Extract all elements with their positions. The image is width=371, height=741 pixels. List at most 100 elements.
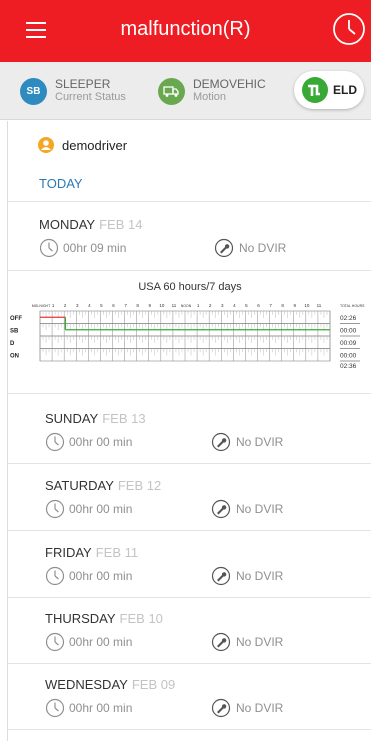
clock-icon (45, 432, 65, 452)
hour-label: NOON (181, 304, 192, 308)
divider (8, 663, 371, 664)
duty-status-badge: SB (20, 78, 47, 105)
wrench-icon (214, 238, 234, 258)
hour-label: 10 (304, 303, 310, 308)
divider (8, 729, 371, 730)
hour-label: 2 (64, 303, 67, 308)
day-date: FEB 12 (117, 478, 162, 493)
grand-total: 02:36 (340, 363, 357, 370)
row-label: ON (10, 353, 19, 359)
day-date: FEB 14 (99, 217, 143, 232)
vehicle-motion: Motion (193, 91, 227, 103)
hour-label: 8 (281, 303, 284, 308)
day-title: MONDAY FEB 14 (39, 217, 142, 232)
log-list: demodriver TODAY MONDAY FEB 14 00hr 09 mi… (7, 121, 371, 741)
day-date: FEB 09 (131, 677, 176, 692)
eld-plug-icon (302, 77, 328, 103)
day-row-wednesday[interactable]: WEDNESDAY FEB 09 00hr 00 min No DVIR (8, 669, 371, 729)
hour-label: 2 (209, 303, 212, 308)
row-label: D (10, 341, 15, 347)
duration-text: 00hr 09 min (63, 241, 127, 255)
row-total: 02:26 (340, 315, 357, 322)
day-title: WEDNESDAY FEB 09 (45, 677, 175, 692)
day-name: WEDNESDAY (45, 677, 128, 692)
hour-label: 3 (76, 303, 79, 308)
divider (8, 463, 371, 464)
hour-label: 11 (172, 303, 177, 308)
day-name: SATURDAY (45, 478, 114, 493)
hour-label: 1 (52, 303, 55, 308)
row-total: 00:00 (340, 327, 357, 334)
hour-label: 4 (233, 303, 236, 308)
driver-name: demodriver (62, 138, 128, 153)
day-row-saturday[interactable]: SATURDAY FEB 12 00hr 00 min No DVIR (8, 470, 371, 530)
wrench-icon (211, 698, 231, 718)
truck-icon (158, 78, 185, 105)
day-row-monday[interactable]: MONDAY FEB 14 00hr 09 min No DVIR (8, 209, 371, 269)
duration-text: 00hr 00 min (69, 569, 133, 583)
day-date: FEB 10 (119, 611, 163, 626)
day-title: SUNDAY FEB 13 (45, 411, 146, 426)
dvir-text: No DVIR (239, 241, 287, 255)
today-label: TODAY (39, 176, 83, 191)
row-label: OFF (10, 316, 22, 322)
vehicle-name: DEMOVEHIC (193, 77, 266, 91)
duration-text: 00hr 00 min (69, 635, 133, 649)
row-total: 00:00 (340, 352, 357, 359)
clock-icon (45, 632, 65, 652)
hour-label: 5 (245, 303, 248, 308)
clock-icon (45, 698, 65, 718)
hour-label: MID-NIGHT (32, 304, 51, 308)
hour-label: 7 (124, 303, 127, 308)
eld-label: ELD (333, 83, 357, 97)
duration-text: 00hr 00 min (69, 502, 133, 516)
dvir-text: No DVIR (236, 635, 284, 649)
clock-icon (45, 566, 65, 586)
day-date: FEB 11 (95, 545, 139, 560)
divider (8, 270, 371, 271)
duty-status[interactable]: SB SLEEPER Current Status (20, 72, 140, 110)
divider (8, 530, 371, 531)
day-row-thursday[interactable]: THURSDAY FEB 10 00hr 00 min No DVIR (8, 603, 371, 663)
hour-label: 5 (100, 303, 103, 308)
row-label: SB (10, 328, 19, 334)
day-row-friday[interactable]: FRIDAY FEB 11 00hr 00 min No DVIR (8, 537, 371, 597)
clock-icon (45, 499, 65, 519)
duty-status-label: SLEEPER (55, 77, 111, 91)
app-header: malfunction(R) (0, 0, 371, 62)
log-chart-title: USA 60 hours/7 days (138, 281, 242, 293)
hour-label: 6 (112, 303, 115, 308)
hour-label: 8 (136, 303, 139, 308)
duration-text: 00hr 00 min (69, 701, 133, 715)
dvir-text: No DVIR (236, 502, 284, 516)
divider (8, 393, 371, 394)
page-title: malfunction(R) (120, 18, 251, 40)
status-bar: SB SLEEPER Current Status DEMOVEHIC Moti… (0, 62, 371, 120)
hour-label: 9 (148, 303, 151, 308)
divider (8, 597, 371, 598)
log-graph[interactable]: MID-NIGHT 1 2 3 4 5 6 7 8 9 10 11 NOON 1 2 3 4 5 6 7 8 9 10 11 T… (8, 295, 371, 375)
dvir-text: No DVIR (236, 701, 284, 715)
driver-avatar-icon (38, 137, 54, 153)
day-date: FEB 13 (102, 411, 146, 426)
day-title: FRIDAY FEB 11 (45, 545, 138, 560)
day-title: SATURDAY FEB 12 (45, 478, 161, 493)
duty-status-sub: Current Status (55, 91, 126, 103)
hour-label: 1 (197, 303, 200, 308)
wrench-icon (211, 566, 231, 586)
day-name: SUNDAY (45, 411, 99, 426)
hour-label: 6 (257, 303, 260, 308)
wrench-icon (211, 632, 231, 652)
eld-button[interactable]: ELD (294, 71, 364, 109)
hour-label: 3 (221, 303, 224, 308)
clock-icon[interactable] (332, 12, 366, 46)
duration-text: 00hr 00 min (69, 435, 133, 449)
hour-label: 7 (269, 303, 272, 308)
hour-label: 11 (317, 303, 322, 308)
wrench-icon (211, 499, 231, 519)
day-title: THURSDAY FEB 10 (45, 611, 163, 626)
day-name: MONDAY (39, 217, 96, 232)
dvir-text: No DVIR (236, 569, 284, 583)
vehicle-status[interactable]: DEMOVEHIC Motion (158, 72, 278, 110)
day-row-sunday[interactable]: SUNDAY FEB 13 00hr 00 min No DVIR (8, 403, 371, 463)
